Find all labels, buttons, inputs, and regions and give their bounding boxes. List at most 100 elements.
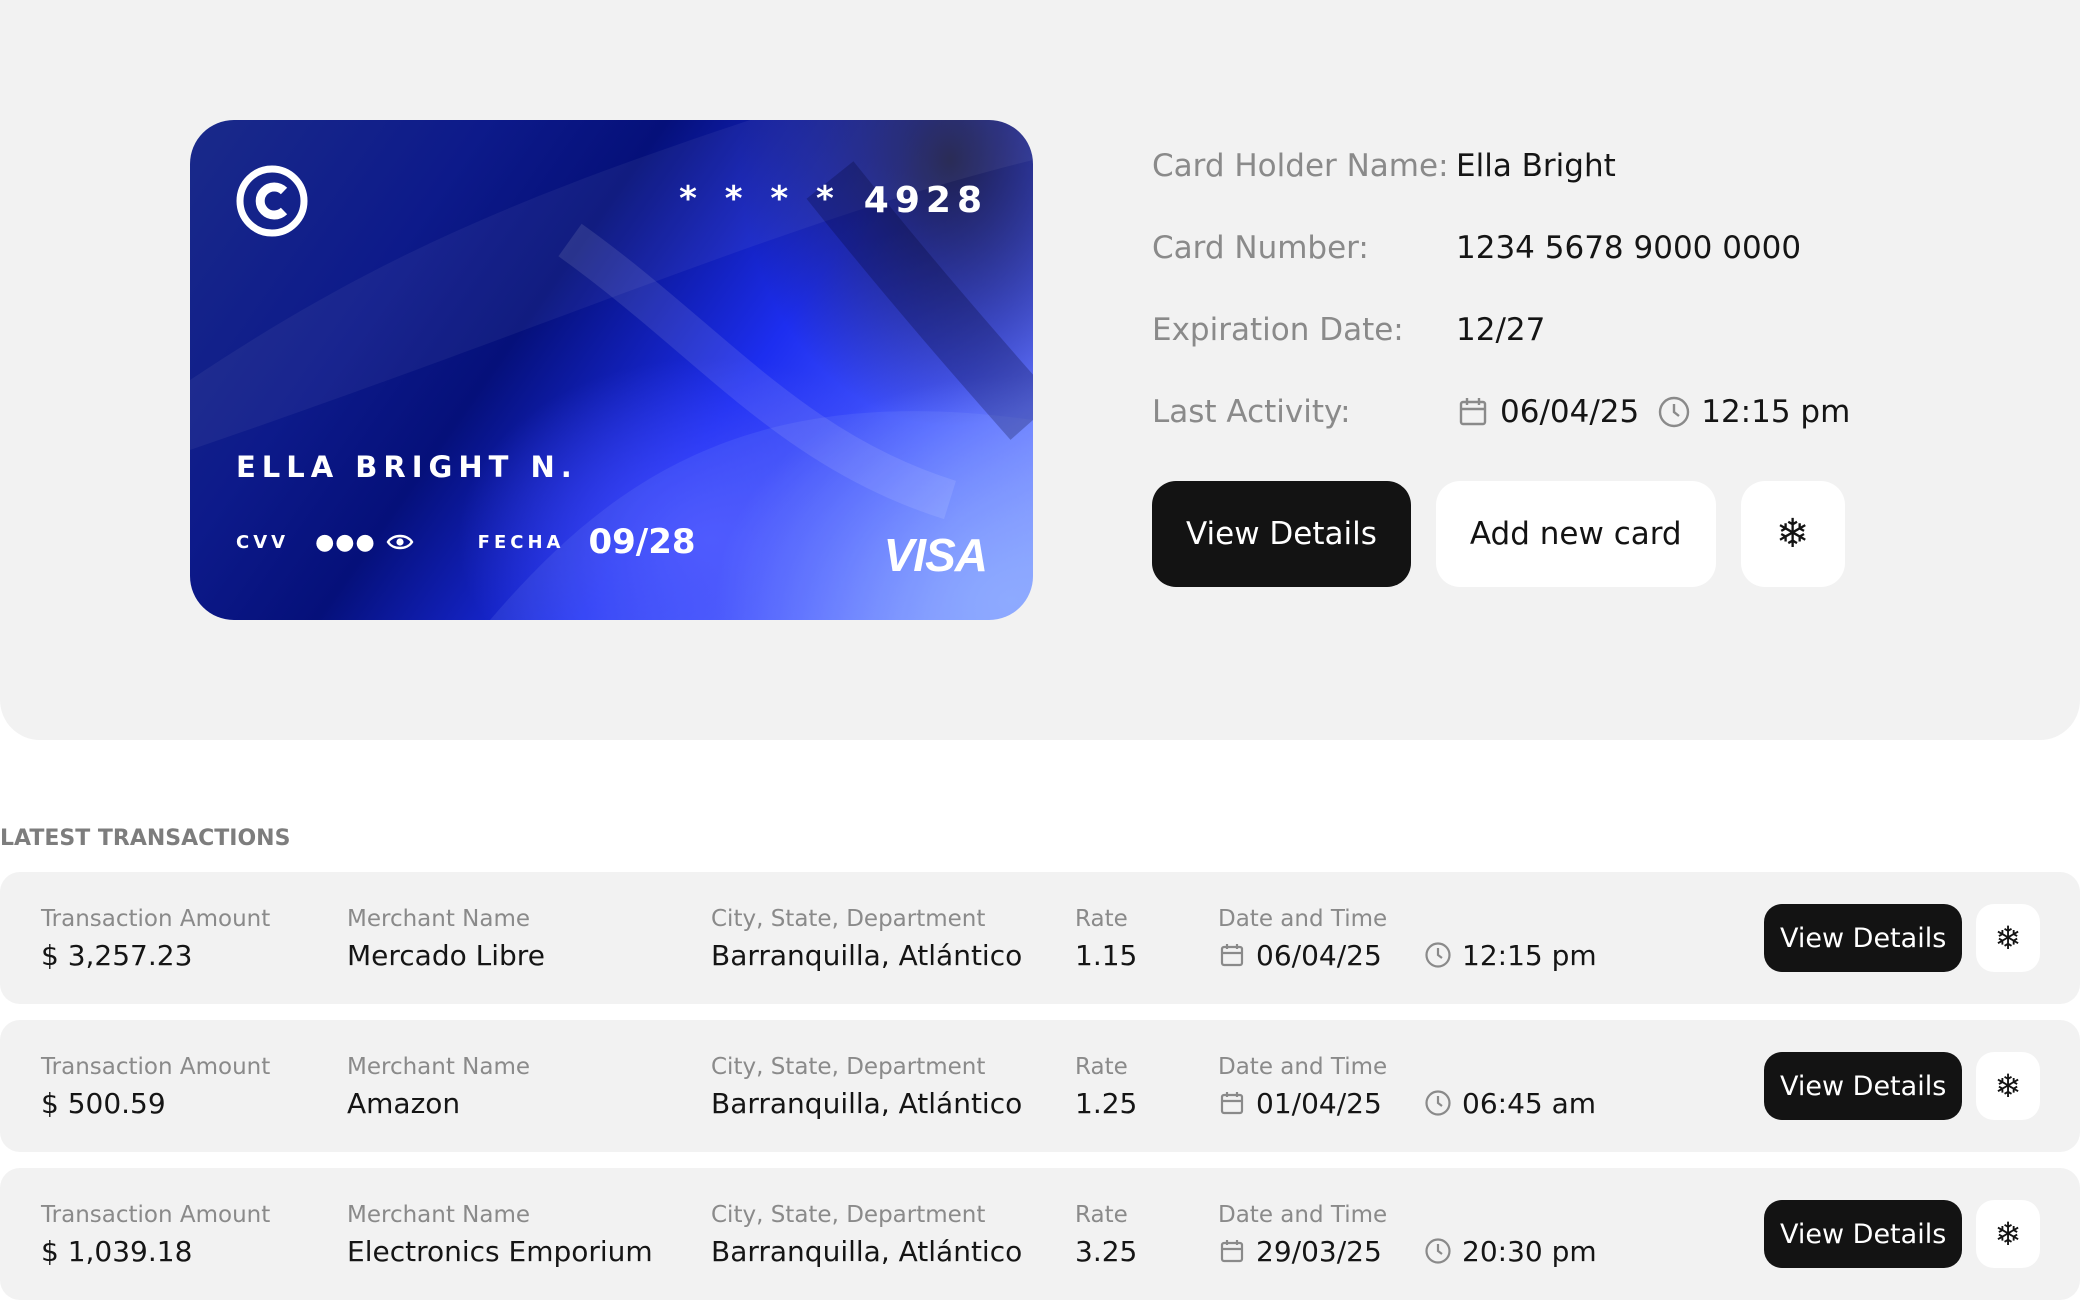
datetime-label: Date and Time (1218, 906, 1388, 932)
activity-date: 06/04/25 (1500, 394, 1640, 430)
card-number-mask: * * * * (679, 178, 842, 219)
snowflake-icon: ❄ (1994, 1216, 2022, 1252)
city-value: Barranquilla, Atlántico (711, 1234, 1023, 1268)
transaction-freeze-button[interactable]: ❄ (1976, 1200, 2040, 1268)
number-value: 1234 5678 9000 0000 (1456, 230, 1802, 266)
datetime-label: Date and Time (1218, 1054, 1388, 1080)
activity-time-group: 12:15 pm (1657, 394, 1850, 430)
date-value: 01/04/25 (1218, 1084, 1387, 1122)
expiration-value: 12/27 (1456, 312, 1546, 348)
transaction-view-details-button[interactable]: View Details (1764, 1052, 1963, 1120)
calendar-icon (1218, 941, 1246, 969)
card-last-digits: 4928 (863, 180, 988, 221)
transaction-row[interactable]: Transaction Amount $ 3,257.23 Merchant Nam… (0, 872, 2080, 1004)
merchant-cell: Merchant Name Mercado Libre (347, 906, 545, 974)
amount-cell: Transaction Amount $ 500.59 (41, 1054, 270, 1122)
amount-cell: Transaction Amount $ 1,039.18 (41, 1202, 270, 1270)
rate-label: Rate (1075, 906, 1128, 932)
city-cell: City, State, Department Barranquilla, Atl… (711, 906, 1022, 974)
merchant-label: Merchant Name (347, 1202, 531, 1228)
city-label: City, State, Department (711, 1054, 986, 1080)
city-value: Barranquilla, Atlántico (711, 1086, 1023, 1120)
card-actions: View Details Add new card ❄ (1152, 481, 1845, 587)
holder-row: Card Holder Name: Ella Bright (1152, 148, 1616, 184)
date-text: 06/04/25 (1256, 938, 1382, 972)
city-cell: City, State, Department Barranquilla, Atl… (711, 1054, 1022, 1122)
clock-icon (1424, 1237, 1452, 1265)
card-number-masked: * * * * 4928 (679, 178, 988, 222)
rate-value: 1.15 (1075, 938, 1138, 972)
amount-value: $ 1,039.18 (41, 1234, 193, 1268)
amount-value: $ 500.59 (41, 1086, 166, 1120)
clock-icon (1424, 1089, 1452, 1117)
amount-label: Transaction Amount (41, 906, 271, 932)
merchant-value: Amazon (347, 1086, 461, 1120)
activity-time: 12:15 pm (1701, 394, 1851, 430)
merchant-cell: Merchant Name Electronics Emporium (347, 1202, 653, 1270)
expiry-value: 09/28 (588, 522, 696, 562)
transaction-view-details-button[interactable]: View Details (1764, 904, 1963, 972)
city-label: City, State, Department (711, 906, 986, 932)
credit-card[interactable]: * * * * 4928 ELLA BRIGHT N. CVV ●●● FECH… (190, 120, 1033, 620)
add-new-card-button[interactable]: Add new card (1435, 481, 1716, 587)
amount-value: $ 3,257.23 (41, 938, 193, 972)
card-security-row: CVV ●●● FECHA 09/28 (236, 522, 696, 562)
merchant-value: Mercado Libre (347, 938, 545, 972)
time-text: 20:30 pm (1462, 1234, 1597, 1268)
time-value: 20:30 pm (1424, 1232, 1597, 1270)
transaction-freeze-button[interactable]: ❄ (1976, 1052, 2040, 1120)
rate-label: Rate (1075, 1202, 1128, 1228)
merchant-label: Merchant Name (347, 1054, 531, 1080)
merchant-cell: Merchant Name Amazon (347, 1054, 530, 1122)
expiration-label: Expiration Date: (1152, 312, 1404, 348)
freeze-card-button[interactable]: ❄ (1740, 481, 1845, 587)
eye-icon[interactable] (386, 531, 414, 553)
snowflake-icon: ❄ (1994, 920, 2022, 956)
amount-cell: Transaction Amount $ 3,257.23 (41, 906, 270, 974)
rate-cell: Rate 3.25 (1075, 1202, 1137, 1270)
time-value: 12:15 pm (1424, 936, 1597, 974)
transaction-view-details-button[interactable]: View Details (1764, 1200, 1963, 1268)
merchant-value: Electronics Emporium (347, 1234, 653, 1268)
rate-value: 1.25 (1075, 1086, 1138, 1120)
rate-cell: Rate 1.25 (1075, 1054, 1137, 1122)
expiry-label: FECHA (477, 531, 565, 553)
date-text: 01/04/25 (1256, 1086, 1382, 1120)
date-text: 29/03/25 (1256, 1234, 1382, 1268)
transaction-row[interactable]: Transaction Amount $ 1,039.18 Merchant Nam… (0, 1168, 2080, 1300)
card-panel: * * * * 4928 ELLA BRIGHT N. CVV ●●● FECH… (0, 0, 2080, 740)
holder-value: Ella Bright (1456, 148, 1616, 184)
rate-label: Rate (1075, 1054, 1128, 1080)
view-details-button[interactable]: View Details (1152, 481, 1411, 587)
number-row: Card Number: 1234 5678 9000 0000 (1152, 230, 1801, 266)
city-label: City, State, Department (711, 1202, 986, 1228)
datetime-label: Date and Time (1218, 1202, 1388, 1228)
date-value: 06/04/25 (1218, 936, 1387, 974)
rate-value: 3.25 (1075, 1234, 1138, 1268)
calendar-icon (1218, 1089, 1246, 1117)
time-text: 12:15 pm (1462, 938, 1597, 972)
transaction-row[interactable]: Transaction Amount $ 500.59 Merchant Name A… (0, 1020, 2080, 1152)
merchant-label: Merchant Name (347, 906, 531, 932)
clock-icon (1424, 941, 1452, 969)
datetime-cell: Date and Time 06/04/25 (1218, 906, 1387, 974)
datetime-cell: Date and Time 01/04/25 (1218, 1054, 1387, 1122)
latest-transactions-heading: LATEST TRANSACTIONS (0, 826, 291, 851)
amount-label: Transaction Amount (41, 1202, 271, 1228)
city-cell: City, State, Department Barranquilla, Atl… (711, 1202, 1022, 1270)
activity-value: 06/04/25 12:15 pm (1456, 394, 1850, 430)
transaction-freeze-button[interactable]: ❄ (1976, 904, 2040, 972)
activity-label: Last Activity: (1152, 394, 1351, 430)
date-value: 29/03/25 (1218, 1232, 1387, 1270)
rate-cell: Rate 1.15 (1075, 906, 1137, 974)
calendar-icon (1456, 395, 1490, 429)
time-text: 06:45 am (1462, 1086, 1597, 1120)
calendar-icon (1218, 1237, 1246, 1265)
cvv-label: CVV (236, 531, 290, 553)
clock-icon (1657, 395, 1691, 429)
snowflake-icon: ❄ (1994, 1068, 2022, 1104)
activity-row: Last Activity: 06/04/25 12:15 pm (1152, 394, 1850, 430)
visa-logo: VISA (883, 529, 988, 581)
expiry-row: Expiration Date: 12/27 (1152, 312, 1545, 348)
snowflake-icon: ❄ (1775, 512, 1810, 556)
